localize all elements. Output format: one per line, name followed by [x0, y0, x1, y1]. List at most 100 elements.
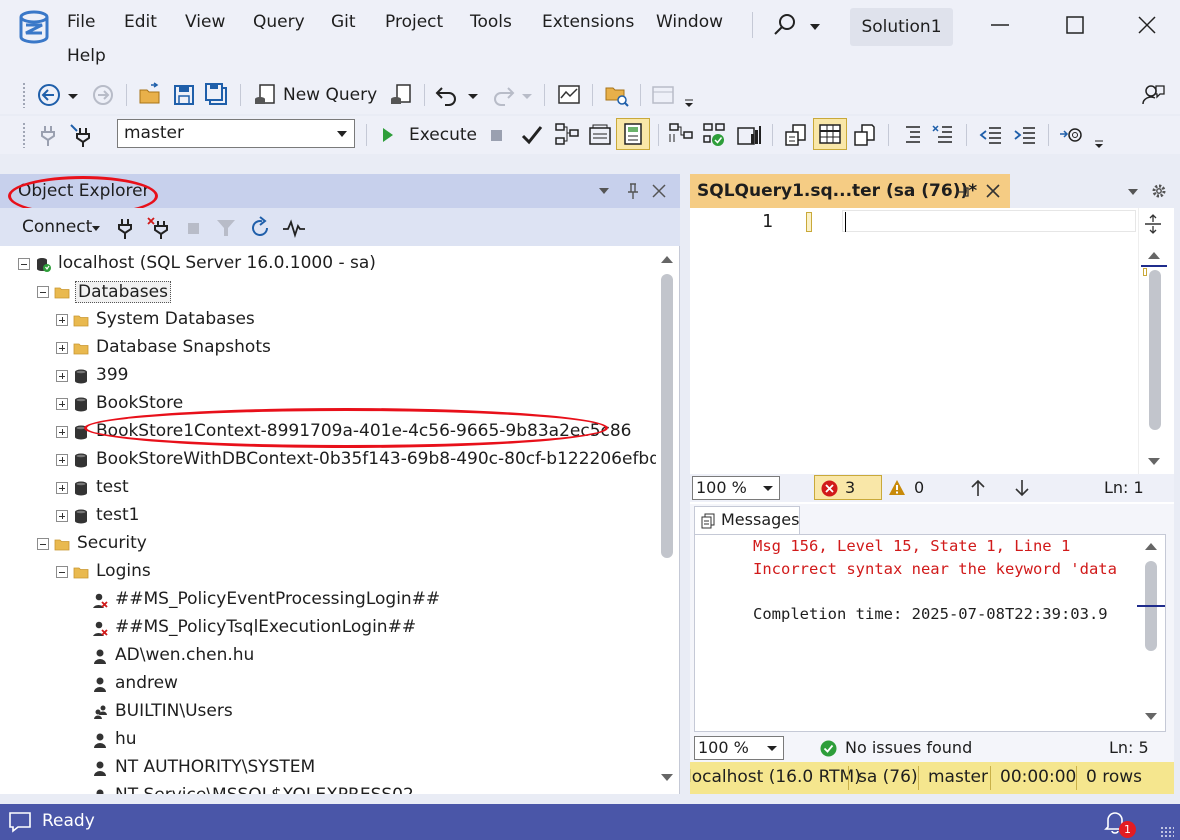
chevron-down-icon[interactable] — [91, 225, 101, 233]
menu-extensions[interactable]: Extensions — [538, 10, 638, 34]
next-issue-icon[interactable] — [1014, 479, 1030, 497]
results-grid-active-toggle[interactable] — [813, 118, 847, 150]
database-engine-query-icon[interactable] — [388, 82, 414, 108]
panel-options-icon[interactable] — [597, 185, 611, 197]
expand-icon[interactable] — [56, 398, 68, 410]
toolbar-grip[interactable] — [22, 122, 26, 148]
expand-icon[interactable] — [56, 314, 68, 326]
scroll-thumb[interactable] — [1149, 270, 1161, 430]
chevron-down-icon[interactable] — [520, 82, 534, 108]
minimize-icon[interactable] — [987, 12, 1013, 38]
scroll-down-icon[interactable] — [1145, 713, 1157, 720]
tree-node[interactable]: Database Snapshots — [0, 334, 656, 362]
cancel-execution-icon[interactable] — [488, 122, 506, 148]
output-window-icon[interactable] — [8, 811, 32, 833]
increase-indent-icon[interactable] — [1012, 122, 1038, 148]
connect-dropdown[interactable]: Connect — [22, 217, 92, 237]
tree-node[interactable]: Logins — [0, 558, 656, 586]
expand-icon[interactable] — [56, 342, 68, 354]
tree-node[interactable]: BUILTIN\Users — [0, 698, 656, 726]
tree-node[interactable]: test1 — [0, 502, 656, 530]
collapse-icon[interactable] — [56, 566, 68, 578]
estimated-execution-plan-icon[interactable] — [554, 122, 580, 148]
editor-vertical-scrollbar[interactable] — [1138, 208, 1168, 474]
activity-monitor-icon[interactable] — [556, 82, 582, 108]
tab-list-dropdown-icon[interactable] — [1126, 187, 1140, 197]
results-to-text-icon[interactable] — [783, 122, 809, 148]
change-connection-icon[interactable] — [68, 122, 94, 148]
messages-scrollbar[interactable] — [1137, 535, 1165, 731]
client-statistics-icon[interactable] — [736, 122, 762, 148]
tree-node[interactable]: BookStore1Context-8991709a-401e-4c56-966… — [0, 418, 656, 446]
tree-node[interactable]: ##MS_PolicyEventProcessingLogin## — [0, 586, 656, 614]
connect-icon[interactable] — [36, 122, 62, 148]
scroll-down-icon[interactable] — [1148, 458, 1160, 465]
messages-zoom-select[interactable]: 100 % — [694, 736, 784, 760]
open-file-icon[interactable] — [137, 82, 163, 108]
tree-node[interactable]: ##MS_PolicyTsqlExecutionLogin## — [0, 614, 656, 642]
new-query-button[interactable]: New Query — [283, 85, 377, 105]
toolbar-grip[interactable] — [22, 82, 26, 108]
editor-zoom-select[interactable]: 100 % — [692, 476, 780, 500]
tree-node[interactable]: BookStoreWithDBContext-0b35f143-69b8-490… — [0, 446, 656, 474]
tree-node[interactable]: hu — [0, 726, 656, 754]
uncomment-lines-icon[interactable] — [930, 122, 956, 148]
object-explorer-scrollbar[interactable] — [656, 246, 678, 794]
execute-button[interactable]: Execute — [409, 125, 477, 145]
menu-git[interactable]: Git — [327, 10, 360, 34]
tree-node[interactable]: 399 — [0, 362, 656, 390]
menu-tools[interactable]: Tools — [466, 10, 516, 34]
scroll-thumb[interactable] — [661, 274, 673, 558]
parse-icon[interactable] — [519, 122, 545, 148]
menu-edit[interactable]: Edit — [120, 10, 161, 34]
toolbar-overflow-icon[interactable] — [1092, 122, 1106, 148]
comment-lines-icon[interactable] — [898, 122, 924, 148]
chevron-down-icon[interactable] — [66, 82, 80, 108]
decrease-indent-icon[interactable] — [978, 122, 1004, 148]
split-window-icon[interactable] — [1143, 213, 1163, 235]
scroll-up-icon[interactable] — [661, 256, 673, 263]
close-panel-icon[interactable] — [651, 183, 667, 199]
tab-sqlquery1[interactable]: SQLQuery1.sq...ter (sa (76))* — [690, 174, 1010, 208]
collapse-icon[interactable] — [37, 538, 49, 550]
resize-grip[interactable] — [1160, 826, 1174, 838]
redo-icon[interactable] — [490, 82, 516, 108]
menu-project[interactable]: Project — [381, 10, 447, 34]
save-icon[interactable] — [171, 82, 197, 108]
results-to-file-icon[interactable] — [852, 122, 878, 148]
tree-node[interactable]: NT Service\MSSQL$XOLEXPRESS02 — [0, 782, 656, 794]
tree-node[interactable]: System Databases — [0, 306, 656, 334]
menu-view[interactable]: View — [181, 10, 229, 34]
collapse-icon[interactable] — [37, 286, 49, 298]
menu-query[interactable]: Query — [249, 10, 309, 34]
scroll-up-icon[interactable] — [1145, 543, 1157, 550]
results-to-grid-toggle[interactable] — [616, 118, 650, 150]
query-options-icon[interactable] — [587, 122, 613, 148]
close-tab-icon[interactable] — [985, 183, 1001, 199]
available-databases-select[interactable]: master — [117, 119, 355, 148]
refresh-icon[interactable] — [248, 216, 272, 240]
menu-window[interactable]: Window — [652, 10, 727, 34]
scroll-up-icon[interactable] — [1148, 252, 1160, 259]
disconnect-icon[interactable] — [146, 216, 170, 240]
collapse-icon[interactable] — [18, 258, 30, 270]
back-icon[interactable] — [36, 82, 62, 108]
menu-file[interactable]: File — [63, 10, 99, 34]
menu-help[interactable]: Help — [63, 44, 110, 68]
warning-icon[interactable] — [888, 479, 906, 496]
messages-output[interactable]: Completion time: 2025-07-08T22:39:03.9 In… — [694, 534, 1166, 732]
gear-icon[interactable] — [1150, 182, 1168, 200]
tree-node[interactable]: localhost (SQL Server 16.0.1000 - sa) — [0, 250, 656, 278]
toolbar-overflow-icon[interactable] — [682, 82, 696, 108]
feedback-icon[interactable] — [1140, 82, 1166, 108]
filter-icon[interactable] — [214, 216, 238, 240]
expand-icon[interactable] — [56, 426, 68, 438]
connect-object-explorer-icon[interactable] — [114, 216, 138, 240]
tree-node[interactable]: Security — [0, 530, 656, 558]
pin-icon[interactable] — [625, 182, 641, 200]
tree-node[interactable]: NT AUTHORITY\SYSTEM — [0, 754, 656, 782]
properties-window-icon[interactable] — [650, 82, 676, 108]
new-query-icon[interactable] — [252, 82, 278, 108]
tree-node[interactable]: andrew — [0, 670, 656, 698]
search-icon[interactable] — [770, 10, 826, 40]
